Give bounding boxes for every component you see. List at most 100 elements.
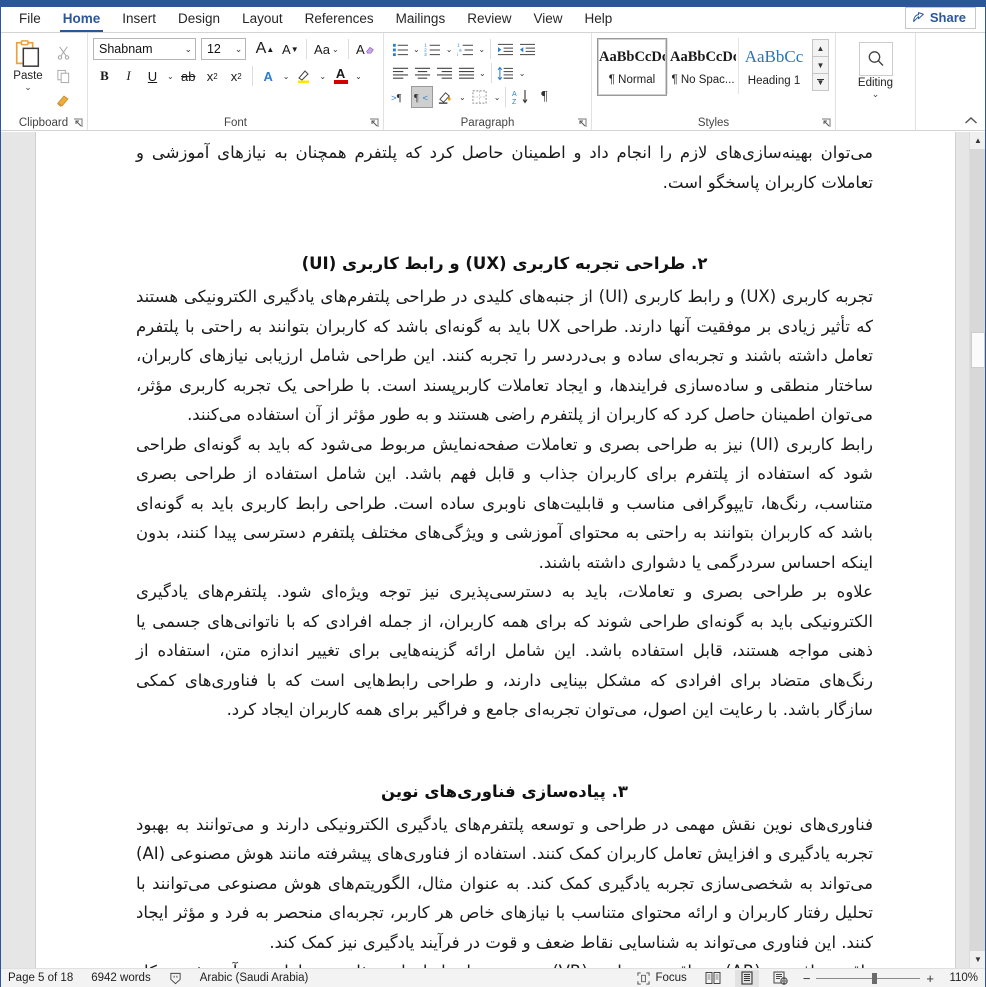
tab-help[interactable]: Help [574, 9, 624, 32]
tab-design-label: Design [178, 11, 221, 26]
style-item-no-spacing[interactable]: AaBbCcDc ¶ No Spac... [668, 38, 738, 96]
styles-dialog-launcher[interactable] [821, 118, 832, 129]
zoom-slider-track[interactable] [816, 972, 921, 984]
line-spacing-chevron-down-icon[interactable]: ⌄ [517, 69, 528, 78]
numbering-button[interactable]: 123 [422, 38, 444, 60]
paragraph-dialog-launcher[interactable] [577, 118, 588, 129]
clipboard-dialog-launcher[interactable] [73, 118, 84, 129]
focus-mode-button[interactable]: Focus [637, 971, 687, 985]
multilevel-list-button[interactable]: 1ai [454, 38, 476, 60]
text-effects-button[interactable]: A [257, 65, 280, 88]
styles-more-button[interactable]: ▼ [812, 73, 829, 91]
align-center-button[interactable] [411, 62, 433, 84]
tab-review[interactable]: Review [456, 9, 522, 32]
paste-chevron-down-icon[interactable]: ⌄ [24, 83, 32, 92]
tab-home[interactable]: Home [52, 9, 112, 32]
ltr-text-direction-button[interactable]: > ¶ [389, 86, 411, 108]
rtl-text-direction-button[interactable]: ¶ < [411, 86, 433, 108]
italic-button[interactable]: I [117, 65, 140, 88]
paragraph-row2-separator [490, 63, 492, 83]
justify-button[interactable] [455, 62, 477, 84]
underline-button[interactable]: U [141, 65, 164, 88]
decrease-indent-button[interactable] [516, 38, 538, 60]
proofing-status[interactable] [169, 972, 182, 985]
zoom-out-button[interactable]: − [803, 972, 811, 985]
page-number-status[interactable]: Page 5 of 18 [8, 972, 73, 984]
styles-scroll-down-button[interactable]: ▼ [812, 56, 829, 74]
shading-chevron-down-icon[interactable]: ⌄ [457, 93, 468, 102]
tab-design[interactable]: Design [167, 9, 231, 32]
font-name-combo[interactable]: Shabnam ⌄ [93, 38, 196, 60]
tab-layout[interactable]: Layout [231, 9, 294, 32]
sort-button[interactable]: AZ [509, 86, 533, 108]
tab-layout-label: Layout [242, 11, 283, 26]
align-left-button[interactable] [389, 62, 411, 84]
increase-indent-button[interactable] [494, 38, 516, 60]
borders-chevron-down-icon[interactable]: ⌄ [492, 93, 503, 102]
paste-button[interactable]: Paste ⌄ [6, 37, 50, 92]
zoom-level-button[interactable]: 110% [944, 972, 978, 984]
grow-font-button[interactable]: A ▲ [252, 38, 277, 61]
editing-chevron-down-icon[interactable]: ⌄ [872, 90, 880, 99]
style-item-heading-1[interactable]: AaBbCс Heading 1 [739, 38, 809, 96]
text-effects-chevron-down-icon[interactable]: ⌄ [281, 72, 292, 81]
zoom-slider-thumb[interactable] [872, 972, 878, 984]
borders-button[interactable] [468, 86, 492, 108]
zoom-in-button[interactable]: + [926, 972, 934, 985]
tab-view[interactable]: View [522, 9, 573, 32]
paragraph: واقعیت افزوده (AR) و واقعیت مجازی (VR) ن… [136, 957, 873, 968]
justify-chevron-down-icon[interactable]: ⌄ [477, 69, 488, 78]
numbering-chevron-down-icon[interactable]: ⌄ [444, 45, 455, 54]
scroll-up-button[interactable]: ▲ [970, 132, 986, 149]
strikethrough-button[interactable]: ab [177, 65, 200, 88]
styles-scroll-up-button[interactable]: ▲ [812, 39, 829, 57]
format-painter-button[interactable] [52, 89, 74, 111]
web-layout-view-button[interactable] [769, 970, 793, 987]
bullets-button[interactable] [389, 38, 411, 60]
svg-text:¶: ¶ [396, 93, 401, 104]
font-color-chevron-down-icon[interactable]: ⌄ [353, 72, 364, 81]
change-case-button[interactable]: Aa ⌄ [311, 38, 344, 61]
word-count-status[interactable]: 6942 words [91, 972, 150, 984]
language-status[interactable]: Arabic (Saudi Arabia) [200, 972, 309, 984]
svg-text:3: 3 [424, 52, 427, 57]
document-body[interactable]: می‌توان بهینه‌سازی‌های لازم را انجام داد… [36, 132, 955, 968]
text-highlight-button[interactable] [292, 65, 316, 88]
align-right-button[interactable] [433, 62, 455, 84]
multilevel-list-chevron-down-icon[interactable]: ⌄ [476, 45, 487, 54]
bold-button[interactable]: B [93, 65, 116, 88]
shrink-font-button[interactable]: A ▼ [279, 38, 302, 61]
style-item-normal[interactable]: AaBbCcDc ¶ Normal [597, 38, 667, 96]
zoom-slider[interactable]: − + [803, 972, 934, 985]
font-color-button[interactable]: A [329, 65, 352, 88]
superscript-button[interactable]: x2 [225, 65, 248, 88]
document-page[interactable]: می‌توان بهینه‌سازی‌های لازم را انجام داد… [35, 132, 956, 968]
tab-references[interactable]: References [294, 9, 385, 32]
show-formatting-marks-button[interactable]: ¶ [533, 86, 555, 108]
highlight-chevron-down-icon[interactable]: ⌄ [317, 72, 328, 81]
collapse-ribbon-button[interactable] [964, 116, 978, 126]
subscript-button[interactable]: x2 [201, 65, 224, 88]
tab-mailings[interactable]: Mailings [385, 9, 457, 32]
clear-formatting-button[interactable]: A [353, 38, 378, 61]
scroll-down-button[interactable]: ▼ [970, 951, 986, 968]
share-button[interactable]: Share [904, 7, 976, 29]
read-mode-view-button[interactable] [701, 970, 725, 987]
line-spacing-button[interactable] [495, 62, 517, 84]
vertical-scrollbar[interactable]: ▲ ▼ [969, 132, 986, 968]
editing-button[interactable]: Editing ⌄ [841, 39, 911, 99]
bullets-chevron-down-icon[interactable]: ⌄ [411, 45, 422, 54]
tab-insert[interactable]: Insert [111, 9, 167, 32]
copy-button[interactable] [52, 65, 74, 87]
print-layout-view-button[interactable] [734, 969, 759, 987]
scrollbar-thumb[interactable] [971, 332, 985, 368]
strikethrough-label: ab [180, 68, 196, 84]
shading-button[interactable] [433, 86, 457, 108]
scrollbar-track[interactable] [970, 149, 986, 951]
style-no-spacing-label: ¶ No Spac... [671, 73, 735, 86]
tab-file[interactable]: File [8, 9, 52, 32]
font-dialog-launcher[interactable] [369, 118, 380, 129]
font-size-combo[interactable]: 12 ⌄ [200, 38, 247, 60]
underline-chevron-down-icon[interactable]: ⌄ [165, 72, 176, 81]
cut-button[interactable] [52, 41, 74, 63]
